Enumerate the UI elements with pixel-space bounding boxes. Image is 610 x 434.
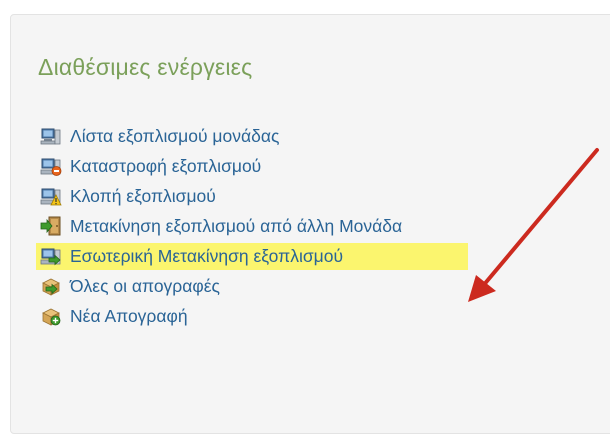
action-unit-equipment-list[interactable]: Λίστα εξοπλισμού μονάδας bbox=[40, 121, 402, 151]
action-label[interactable]: Λίστα εξοπλισμού μονάδας bbox=[70, 126, 279, 147]
action-equipment-destruction[interactable]: Καταστροφή εξοπλισμού bbox=[40, 151, 402, 181]
door-transfer-icon bbox=[40, 216, 61, 236]
action-label[interactable]: Καταστροφή εξοπλισμού bbox=[70, 156, 261, 177]
action-label[interactable]: Όλες οι απογραφές bbox=[70, 276, 220, 297]
action-all-inventories[interactable]: Όλες οι απογραφές bbox=[40, 271, 402, 301]
action-transfer-from-other-unit[interactable]: Μετακίνηση εξοπλισμού από άλλη Μονάδα bbox=[40, 211, 402, 241]
computer-list-icon bbox=[40, 128, 61, 145]
computer-warning-icon bbox=[40, 188, 62, 206]
action-label[interactable]: Κλοπή εξοπλισμού bbox=[70, 186, 216, 207]
box-add-icon bbox=[42, 308, 61, 326]
box-arrow-icon bbox=[42, 278, 60, 296]
action-label[interactable]: Εσωτερική Μετακίνηση εξοπλισμού bbox=[70, 246, 343, 267]
action-new-inventory[interactable]: Νέα Απογραφή bbox=[40, 301, 402, 331]
action-equipment-theft[interactable]: Κλοπή εξοπλισμού bbox=[40, 181, 402, 211]
action-label[interactable]: Μετακίνηση εξοπλισμού από άλλη Μονάδα bbox=[70, 216, 402, 237]
panel-title: Διαθέσιμες ενέργειες bbox=[38, 54, 253, 80]
action-label[interactable]: Νέα Απογραφή bbox=[70, 306, 188, 327]
computer-move-icon bbox=[40, 248, 61, 266]
action-internal-equipment-move[interactable]: Εσωτερική Μετακίνηση εξοπλισμού bbox=[36, 241, 468, 271]
actions-list: Λίστα εξοπλισμού μονάδας Καταστροφή εξοπ… bbox=[36, 121, 468, 331]
computer-destroy-icon bbox=[40, 158, 62, 176]
